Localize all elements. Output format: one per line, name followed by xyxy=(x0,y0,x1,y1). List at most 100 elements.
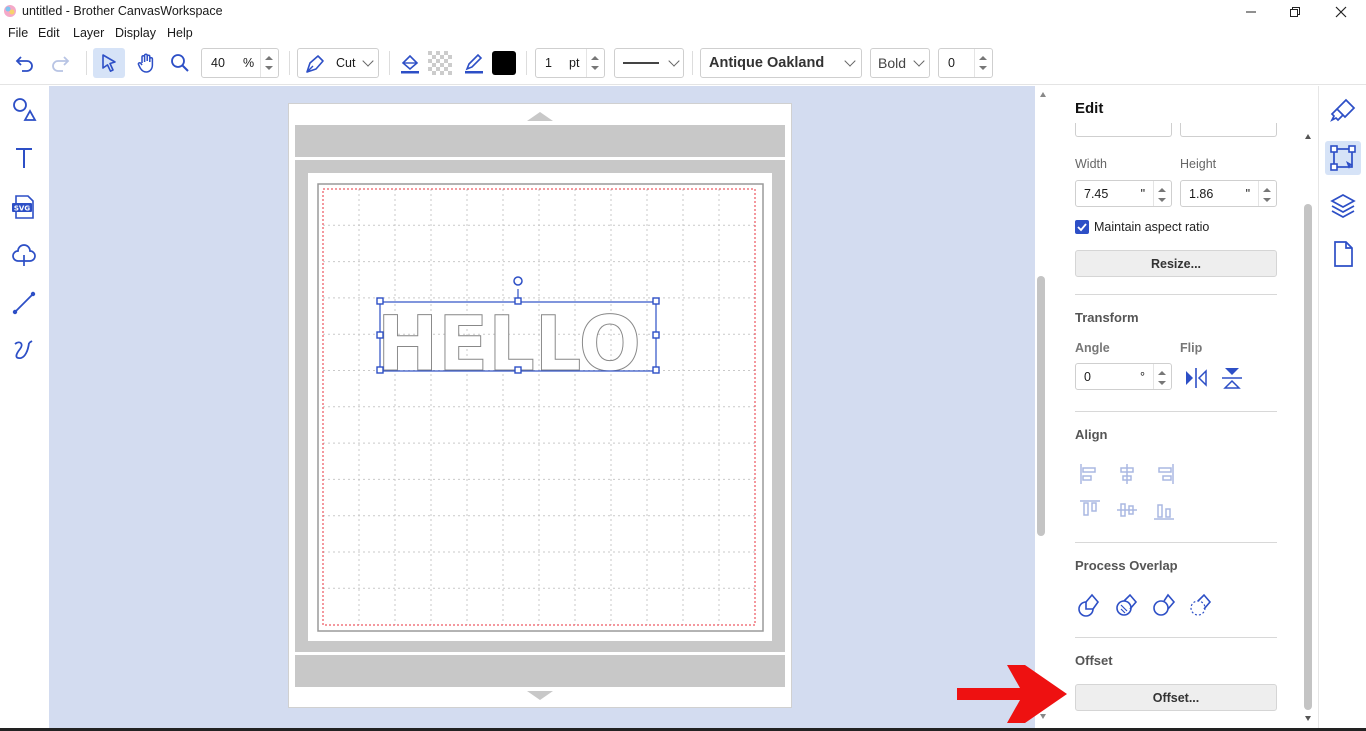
edit-panel: Edit Width Height 7.45 " 1.86 " Maintain… xyxy=(1048,86,1318,728)
undo-button[interactable] xyxy=(10,48,40,78)
stroke-swatch[interactable] xyxy=(490,48,518,78)
align-center-icon[interactable] xyxy=(1114,461,1140,487)
position-x-field[interactable] xyxy=(1075,123,1172,137)
menu-file[interactable]: File xyxy=(8,26,28,40)
mat-drawing xyxy=(295,112,785,700)
font-style-dropdown[interactable]: Bold xyxy=(870,48,930,78)
resize-handle[interactable] xyxy=(376,297,384,305)
layers-icon[interactable] xyxy=(1328,191,1358,221)
scroll-up-icon[interactable] xyxy=(1040,92,1046,97)
rotate-handle[interactable] xyxy=(513,276,523,286)
paint-brush-icon[interactable] xyxy=(1328,96,1358,126)
angle-spinner[interactable] xyxy=(1153,364,1171,389)
page-settings-icon[interactable] xyxy=(1328,239,1358,269)
svg-import-icon[interactable]: SVG xyxy=(10,193,38,221)
fill-color-button[interactable] xyxy=(396,48,424,78)
position-y-field[interactable] xyxy=(1180,123,1277,137)
scroll-thumb[interactable] xyxy=(1037,276,1045,536)
width-value: 7.45 xyxy=(1084,187,1109,201)
freehand-tool-icon[interactable] xyxy=(10,337,38,365)
zoom-spinner[interactable] xyxy=(260,49,278,77)
stroke-color-button[interactable] xyxy=(460,48,488,78)
align-top-icon[interactable] xyxy=(1077,497,1103,523)
height-field[interactable]: 1.86 " xyxy=(1180,180,1277,207)
letter-spacing-field[interactable]: 0 xyxy=(938,48,993,78)
toolbar-divider xyxy=(289,51,290,75)
pan-tool-button[interactable] xyxy=(130,48,162,78)
resize-handle[interactable] xyxy=(652,331,660,339)
canvas-scrollbar[interactable] xyxy=(1035,86,1048,728)
selection-handles xyxy=(376,276,660,374)
toolbar-divider xyxy=(692,51,693,75)
resize-button[interactable]: Resize... xyxy=(1075,250,1277,277)
angle-unit: ° xyxy=(1140,370,1145,384)
aspect-ratio-checkbox[interactable] xyxy=(1075,220,1089,234)
line-width-spinner[interactable] xyxy=(586,49,604,77)
resize-handle[interactable] xyxy=(514,297,522,305)
align-left-icon[interactable] xyxy=(1077,461,1103,487)
canvas-area[interactable]: HELLO xyxy=(49,86,1035,728)
pen-icon xyxy=(465,53,483,74)
intersect-icon[interactable] xyxy=(1188,592,1214,618)
transparent-swatch-icon xyxy=(428,51,452,75)
width-field[interactable]: 7.45 " xyxy=(1075,180,1172,207)
resize-handle[interactable] xyxy=(652,366,660,374)
line-style-preview xyxy=(623,62,659,64)
height-value: 1.86 xyxy=(1189,187,1214,201)
scroll-up-arrow-icon[interactable] xyxy=(527,112,553,121)
align-bottom-icon[interactable] xyxy=(1151,497,1177,523)
paint-bucket-icon xyxy=(401,54,419,74)
resize-handle[interactable] xyxy=(376,331,384,339)
select-tool-button[interactable] xyxy=(93,48,125,78)
edit-transform-icon[interactable] xyxy=(1328,143,1358,173)
zoom-field[interactable]: 40 % xyxy=(201,48,279,78)
line-tool-icon[interactable] xyxy=(10,289,38,317)
letter-spacing-spinner[interactable] xyxy=(974,49,992,77)
width-spinner[interactable] xyxy=(1153,181,1171,206)
offset-title: Offset xyxy=(1075,653,1113,668)
line-width-field[interactable]: 1 pt xyxy=(535,48,605,78)
pattern-library-icon[interactable] xyxy=(10,241,38,269)
shapes-icon[interactable] xyxy=(10,96,38,124)
align-middle-icon[interactable] xyxy=(1114,497,1140,523)
font-name-value: Antique Oakland xyxy=(709,55,825,71)
resize-handle[interactable] xyxy=(652,297,660,305)
text-tool-icon[interactable] xyxy=(10,144,38,172)
font-dropdown[interactable]: Antique Oakland xyxy=(700,48,862,78)
resize-handle[interactable] xyxy=(514,366,522,374)
menu-layer[interactable]: Layer xyxy=(73,26,104,40)
width-unit: " xyxy=(1140,187,1145,201)
resize-handle[interactable] xyxy=(376,366,384,374)
redo-button[interactable] xyxy=(45,48,75,78)
menu-help[interactable]: Help xyxy=(167,26,193,40)
height-spinner[interactable] xyxy=(1258,181,1276,206)
minimize-button[interactable] xyxy=(1228,0,1274,23)
panel-scrollbar[interactable] xyxy=(1300,128,1316,728)
restore-button[interactable] xyxy=(1272,0,1318,23)
svg-text:SVG: SVG xyxy=(14,205,30,213)
scroll-up-icon[interactable] xyxy=(1305,134,1311,139)
tool-mode-dropdown[interactable]: Cut xyxy=(297,48,379,78)
line-width-unit: pt xyxy=(569,56,580,70)
aspect-ratio-label: Maintain aspect ratio xyxy=(1094,220,1210,234)
scroll-down-icon[interactable] xyxy=(1305,716,1311,721)
flip-horizontal-icon[interactable] xyxy=(1183,365,1209,391)
offset-button[interactable]: Offset... xyxy=(1075,684,1277,711)
scroll-down-arrow-icon[interactable] xyxy=(527,691,553,700)
menu-edit[interactable]: Edit xyxy=(38,26,60,40)
menu-display[interactable]: Display xyxy=(115,26,156,40)
align-right-icon[interactable] xyxy=(1151,461,1177,487)
height-label: Height xyxy=(1180,157,1217,171)
zoom-tool-button[interactable] xyxy=(165,48,195,78)
subtract-icon[interactable] xyxy=(1151,592,1177,618)
close-button[interactable] xyxy=(1318,0,1364,23)
letter-spacing-value: 0 xyxy=(948,56,955,70)
angle-field[interactable]: 0 ° xyxy=(1075,363,1172,390)
panel-scroll-thumb[interactable] xyxy=(1304,204,1312,710)
flip-vertical-icon[interactable] xyxy=(1219,365,1245,391)
fill-swatch[interactable] xyxy=(426,48,454,78)
line-style-dropdown[interactable] xyxy=(614,48,684,78)
weld-icon[interactable] xyxy=(1077,592,1103,618)
window-title: untitled - Brother CanvasWorkspace xyxy=(22,4,223,18)
divide-icon[interactable] xyxy=(1114,592,1140,618)
